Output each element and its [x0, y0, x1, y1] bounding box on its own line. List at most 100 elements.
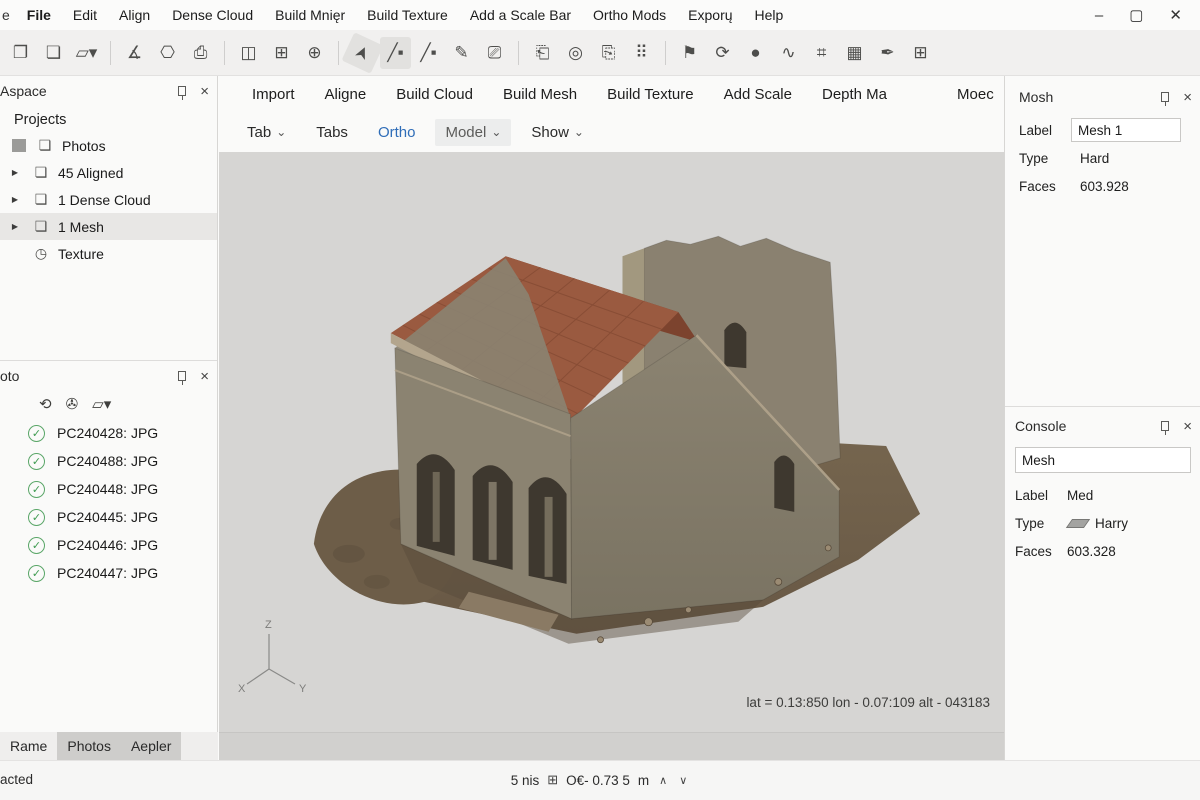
dock-panel-icon[interactable]: ◫ — [233, 37, 264, 69]
flag-icon[interactable]: ⚑ — [674, 37, 705, 69]
check-icon: ✓ — [28, 481, 45, 498]
check-icon: ✓ — [28, 425, 45, 442]
tree-item-photos[interactable]: ❏ Photos — [0, 132, 217, 159]
ruler-tool-icon[interactable]: ╱▪ — [380, 37, 411, 69]
menu-item-help[interactable]: Help — [744, 7, 795, 23]
menu-item-align[interactable]: Align — [108, 7, 161, 23]
photo-list-item[interactable]: ✓ PC240446: JPG — [0, 531, 217, 559]
ribbon-tab-import[interactable]: Import — [237, 86, 310, 103]
menu-item-partial[interactable]: e — [0, 7, 16, 23]
maximize-icon[interactable]: ▢ — [1129, 6, 1143, 24]
menu-item-ortho-mods[interactable]: Ortho Mods — [582, 7, 677, 23]
table-grid-icon[interactable]: ⊞ — [905, 37, 936, 69]
doc-import-icon[interactable]: ⎗ — [527, 37, 558, 69]
ribbon-tab-build-cloud[interactable]: Build Cloud — [381, 86, 488, 103]
bottom-tab-frame[interactable]: Rame — [0, 732, 57, 760]
pin-icon[interactable]: ✒ — [872, 37, 903, 69]
measure-line-icon[interactable]: ╱▪ — [413, 37, 444, 69]
expander-icon[interactable]: ▶ — [8, 168, 22, 177]
view-tab-label: Tabs — [316, 124, 348, 141]
photo-list-item[interactable]: ✓ PC240448: JPG — [0, 475, 217, 503]
chevron-up-icon[interactable]: ∧ — [657, 774, 669, 787]
expander-icon[interactable]: ▶ — [8, 222, 22, 231]
ribbon-tab-add-scale[interactable]: Add Scale — [709, 86, 807, 103]
ribbon-tab-depth-map[interactable]: Depth Ma — [807, 86, 902, 103]
bottom-tab-apler[interactable]: Aepler — [121, 732, 181, 760]
close-panel-icon[interactable]: × — [1183, 90, 1192, 105]
expander-icon[interactable]: ▶ — [8, 195, 22, 204]
grid-card-icon[interactable]: ▦ — [839, 37, 870, 69]
doc-target-icon[interactable]: ◎ — [560, 37, 591, 69]
attach-icon[interactable]: ✇ — [61, 393, 84, 415]
menu-item-add-scale-bar[interactable]: Add a Scale Bar — [459, 7, 582, 23]
close-icon[interactable]: ✕ — [1169, 6, 1182, 24]
angle-tool-icon[interactable]: ∡ — [119, 37, 150, 69]
polyline-icon[interactable]: ∿ — [773, 37, 804, 69]
mesh-label-input[interactable] — [1071, 118, 1181, 142]
photo-list-item[interactable]: ✓ PC240445: JPG — [0, 503, 217, 531]
photo-label: PC240488: JPG — [57, 453, 158, 469]
shape-dropdown-icon[interactable]: ▱▾ — [87, 393, 116, 415]
ribbon-tab-build-texture[interactable]: Build Texture — [592, 86, 708, 103]
select-cursor-icon[interactable]: ➤ — [341, 32, 383, 74]
pin-panel-icon[interactable] — [1161, 92, 1169, 102]
region-blob-icon[interactable]: ● — [740, 37, 771, 69]
console-input[interactable] — [1015, 447, 1191, 473]
axis-y-label: Y — [299, 683, 307, 695]
shape-tool-icon[interactable]: ▱▾ — [71, 37, 102, 69]
console-type-value: Harry — [1095, 516, 1128, 531]
photo-list-item[interactable]: ✓ PC240488: JPG — [0, 447, 217, 475]
target-panel-icon[interactable]: ⊕ — [299, 37, 330, 69]
doc-clear-icon[interactable]: ⎚ — [479, 37, 510, 69]
view-tab-tabs[interactable]: Tabs — [306, 119, 358, 146]
status-center: 5 nis ⊞ O€- 0.73 5 m ∧ ∨ — [511, 772, 690, 788]
refresh-icon[interactable]: ⟳ — [707, 37, 738, 69]
menu-item-export[interactable]: Exporų — [677, 7, 743, 23]
mask-icon[interactable]: ⌗ — [806, 37, 837, 69]
save-icon[interactable]: ⎙ — [185, 37, 216, 69]
menu-item-build-texture[interactable]: Build Texture — [356, 7, 459, 23]
close-panel-icon[interactable]: × — [200, 84, 209, 99]
hand-tool-icon[interactable]: ⎔ — [152, 37, 183, 69]
close-panel-icon[interactable]: × — [1183, 419, 1192, 434]
open-project-icon[interactable]: ❐ — [5, 37, 36, 69]
menu-item-file[interactable]: File — [16, 7, 62, 23]
console-type-key: Type — [1015, 516, 1067, 531]
chevron-down-icon[interactable]: ∨ — [677, 774, 689, 787]
blocks-icon[interactable]: ⠿ — [626, 37, 657, 69]
workspace-panel: Aspace × Projects ❏ Photos ▶ ❏ 45 Aligne… — [0, 76, 217, 360]
check-icon: ✓ — [28, 509, 45, 526]
pin-panel-icon[interactable] — [178, 371, 186, 381]
sync-icon[interactable]: ⟲ — [34, 393, 57, 415]
tree-item-texture[interactable]: • ◷ Texture — [0, 240, 217, 267]
view-tab-tab[interactable]: Tab ⌄ — [237, 119, 296, 146]
view-tab-ortho[interactable]: Ortho — [368, 119, 426, 146]
ribbon-tab-build-mesh[interactable]: Build Mesh — [488, 86, 592, 103]
close-panel-icon[interactable]: × — [200, 369, 209, 384]
view-tab-label: Tab — [247, 124, 271, 141]
minimize-icon[interactable]: – — [1095, 7, 1103, 24]
ribbon-tab-align[interactable]: Aligne — [310, 86, 382, 103]
view-tab-show[interactable]: Show ⌄ — [521, 119, 594, 146]
add-panel-icon[interactable]: ⊞ — [266, 37, 297, 69]
bottom-tab-photos[interactable]: Photos — [57, 732, 121, 760]
photo-list-item[interactable]: ✓ PC240428: JPG — [0, 419, 217, 447]
pin-panel-icon[interactable] — [178, 86, 186, 96]
pencil-tool-icon[interactable]: ✎ — [446, 37, 477, 69]
ribbon-tab-model[interactable]: Moec — [942, 86, 1009, 103]
tree-item-dense-cloud[interactable]: ▶ ❏ 1 Dense Cloud — [0, 186, 217, 213]
open-folder-icon[interactable]: ❏ — [38, 37, 69, 69]
tree-item-aligned[interactable]: ▶ ❏ 45 Aligned — [0, 159, 217, 186]
menu-item-edit[interactable]: Edit — [62, 7, 108, 23]
menu-item-build-mesh[interactable]: Build Mnięr — [264, 7, 356, 23]
doc-export-icon[interactable]: ⎘ — [593, 37, 624, 69]
view-tab-model[interactable]: Model ⌄ — [435, 119, 511, 146]
page-icon: ❏ — [36, 137, 54, 154]
model-viewport[interactable]: Z X Y lat = 0.13:850 lon - 0.07:109 alt … — [219, 152, 1004, 732]
tree-item-mesh[interactable]: ▶ ❏ 1 Mesh — [0, 213, 217, 240]
mesh-model-render — [219, 152, 1004, 732]
photo-list-item[interactable]: ✓ PC240447: JPG — [0, 559, 217, 587]
pin-panel-icon[interactable] — [1161, 421, 1169, 431]
menu-item-dense-cloud[interactable]: Dense Cloud — [161, 7, 264, 23]
toolbar-separator — [110, 41, 111, 65]
